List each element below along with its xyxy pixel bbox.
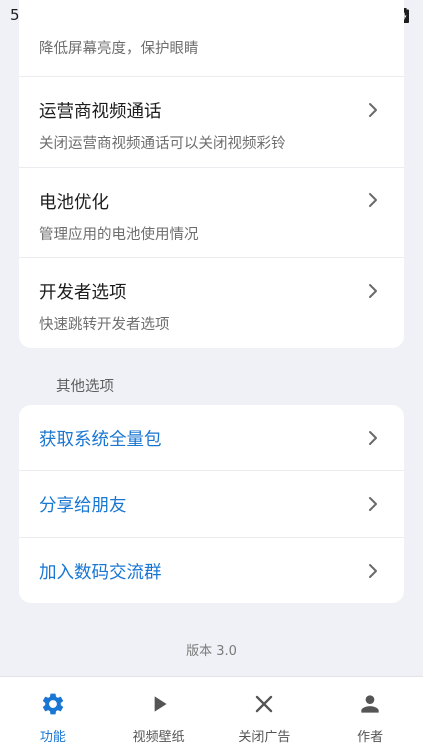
bottom-nav: 功能 视频壁纸 关闭广告 作者 xyxy=(0,676,423,752)
chevron-right-icon xyxy=(369,193,377,207)
chevron-right-icon xyxy=(369,497,377,511)
nav-item-author[interactable]: 作者 xyxy=(317,677,423,752)
list-item-battery-optimization[interactable]: 电池优化 管理应用的电池使用情况 xyxy=(19,168,404,257)
list-item-subtitle: 关闭运营商视频通话可以关闭视频彩铃 xyxy=(39,136,286,152)
nav-item-video-wallpaper[interactable]: 视频壁纸 xyxy=(106,677,212,752)
list-item-eye-protection[interactable]: 降低屏幕亮度，保护眼睛 xyxy=(19,30,404,77)
list-item-carrier-video-call[interactable]: 运营商视频通话 关闭运营商视频通话可以关闭视频彩铃 xyxy=(19,77,404,167)
list-item-title: 加入数码交流群 xyxy=(39,563,162,583)
chevron-right-icon xyxy=(369,431,377,445)
list-item-title: 电池优化 xyxy=(39,193,109,213)
nav-label: 视频壁纸 xyxy=(132,730,185,745)
other-options-card: 获取系统全量包 分享给朋友 加入数码交流群 xyxy=(19,405,404,603)
list-item-join-group[interactable]: 加入数码交流群 xyxy=(19,538,404,603)
list-item-subtitle: 快速跳转开发者选项 xyxy=(39,317,170,333)
person-icon xyxy=(361,695,379,713)
list-item-subtitle: 管理应用的电池使用情况 xyxy=(39,227,199,243)
nav-label: 功能 xyxy=(39,730,66,745)
list-item-full-package[interactable]: 获取系统全量包 xyxy=(19,405,404,470)
nav-item-close-ads[interactable]: 关闭广告 xyxy=(212,677,318,752)
nav-label: 关闭广告 xyxy=(238,730,291,745)
nav-label: 作者 xyxy=(357,730,384,745)
list-item-title: 分享给朋友 xyxy=(39,496,127,516)
version-text: 版本 3.0 xyxy=(186,644,237,659)
list-item-subtitle: 降低屏幕亮度，保护眼睛 xyxy=(39,41,199,57)
play-icon xyxy=(154,696,167,712)
chevron-right-icon xyxy=(369,284,377,298)
list-item-title: 运营商视频通话 xyxy=(39,102,162,122)
gear-icon xyxy=(42,693,63,715)
nav-item-features[interactable]: 功能 xyxy=(0,677,106,752)
list-item-title: 开发者选项 xyxy=(39,283,127,303)
close-icon xyxy=(256,695,273,713)
list-item-developer-options[interactable]: 开发者选项 快速跳转开发者选项 xyxy=(19,258,404,348)
chevron-right-icon xyxy=(369,103,377,117)
chevron-right-icon xyxy=(369,564,377,578)
list-item-title: 获取系统全量包 xyxy=(39,430,162,450)
list-item-share[interactable]: 分享给朋友 xyxy=(19,471,404,537)
section-label-other: 其他选项 xyxy=(56,379,114,395)
settings-card: 降低屏幕亮度，保护眼睛 运营商视频通话 关闭运营商视频通话可以关闭视频彩铃 电池… xyxy=(19,0,404,348)
